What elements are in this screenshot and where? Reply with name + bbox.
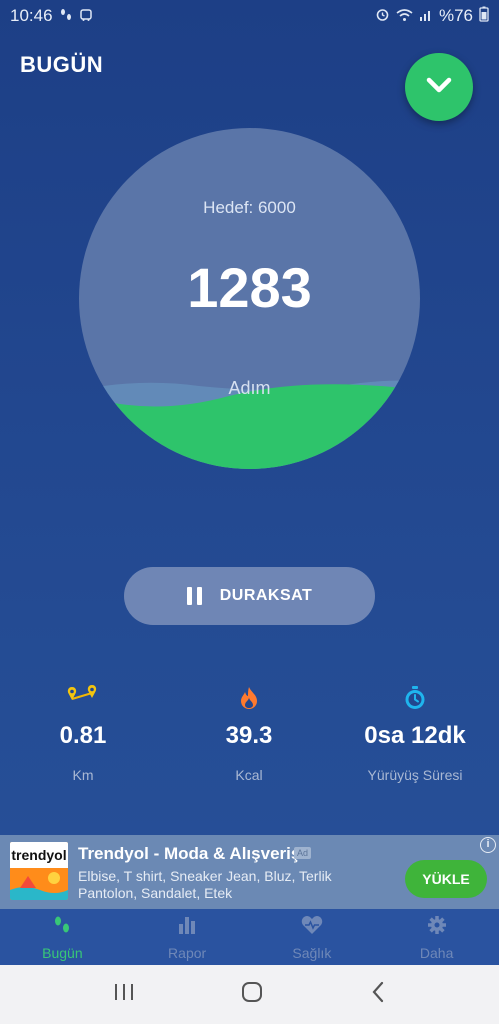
- ad-info-icon[interactable]: i: [480, 837, 496, 853]
- back-icon[interactable]: [370, 981, 386, 1008]
- nav-label-rapor: Rapor: [168, 945, 207, 961]
- battery-icon: [479, 6, 489, 27]
- route-icon: [0, 685, 166, 711]
- nav-item-daha[interactable]: Daha: [374, 909, 499, 965]
- bus-icon: [79, 8, 93, 25]
- ad-install-button[interactable]: YÜKLE: [405, 860, 487, 898]
- stat-duration: 0sa 12dk Yürüyüş Süresi: [332, 685, 498, 783]
- nav-item-saglik[interactable]: Sağlık: [250, 909, 375, 965]
- calories-label: Kcal: [235, 767, 263, 783]
- steps-count: 1283: [187, 256, 312, 319]
- steps-unit: Adım: [228, 378, 271, 398]
- distance-value: 0.81: [59, 722, 107, 749]
- expand-button[interactable]: [405, 53, 473, 121]
- gear-icon: [427, 915, 447, 940]
- duration-label: Yürüyüş Süresi: [367, 767, 463, 783]
- stopwatch-icon: [332, 685, 498, 711]
- stat-distance: 0.81 Km: [0, 685, 166, 783]
- signal-icon: [419, 8, 433, 25]
- status-time: 10:46: [10, 6, 53, 25]
- ad-banner[interactable]: trendyol Trendyol - Moda & Alışveriş Ad …: [0, 835, 499, 909]
- pause-button[interactable]: DURAKSAT: [124, 567, 375, 625]
- pause-button-label: DURAKSAT: [219, 587, 313, 604]
- alarm-icon: [375, 7, 390, 25]
- nav-label-saglik: Sağlık: [292, 945, 332, 961]
- distance-label: Km: [72, 767, 94, 783]
- battery-level: %76: [438, 6, 473, 25]
- nav-item-bugun[interactable]: Bugün: [0, 909, 125, 965]
- nav-label-bugun: Bugün: [42, 945, 83, 961]
- flame-icon: [166, 685, 332, 711]
- ad-description: Elbise, T shirt, Sneaker Jean, Bluz, Ter…: [78, 868, 332, 901]
- pause-icon: [186, 587, 202, 605]
- ad-brand: trendyol: [10, 842, 68, 868]
- home-icon[interactable]: [241, 981, 263, 1008]
- footsteps-icon: [59, 8, 73, 25]
- calories-value: 39.3: [225, 722, 273, 749]
- duration-value: 0sa 12dk: [364, 722, 466, 749]
- nav-label-daha: Daha: [419, 945, 454, 961]
- wifi-icon: [396, 8, 413, 25]
- page-title: BUGÜN: [20, 52, 104, 77]
- system-nav-bar: [0, 965, 499, 1024]
- heart-icon: [301, 915, 323, 940]
- goal-label: Hedef: 6000: [203, 198, 296, 217]
- bar-chart-icon: [177, 915, 197, 940]
- stat-calories: 39.3 Kcal: [166, 685, 332, 783]
- status-bar: 10:46 %76: [0, 0, 499, 32]
- ad-badge: Ad: [294, 847, 312, 859]
- nav-item-rapor[interactable]: Rapor: [125, 909, 250, 965]
- ad-title: Trendyol - Moda & Alışveriş: [78, 844, 301, 863]
- ad-logo: trendyol: [10, 842, 68, 900]
- chevron-down-icon: [425, 76, 453, 99]
- footsteps-icon: [52, 915, 72, 940]
- bottom-nav: Bugün Rapor Sağlık Daha: [0, 909, 499, 965]
- recents-icon[interactable]: [113, 982, 135, 1007]
